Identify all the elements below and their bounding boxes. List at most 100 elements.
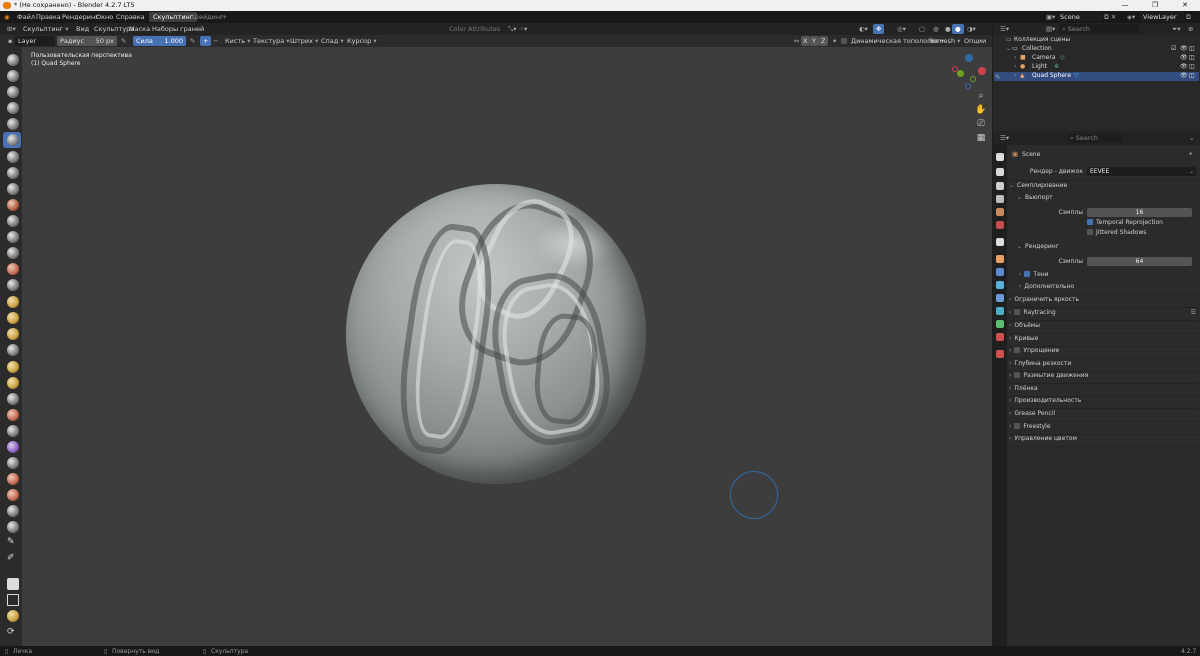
panel-grease-pencil[interactable]: › Grease Pencil — [1009, 410, 1198, 421]
draw-sharp-brush-icon[interactable] — [7, 70, 19, 82]
transform-pivot-icon[interactable]: ⤡▾ ⁘▾ — [505, 24, 530, 34]
scene-copy-icon[interactable]: ⧉ ✕ — [1104, 13, 1116, 22]
panel-freestyle[interactable]: › Freestyle — [1009, 423, 1198, 434]
tab-constraints-icon[interactable] — [996, 307, 1004, 315]
panel-depth-of-field[interactable]: › Глубина резкости — [1009, 360, 1198, 371]
tab-material-icon[interactable] — [996, 333, 1004, 341]
camera-visibility-icon[interactable]: 👁 — [1180, 54, 1188, 61]
quad-sphere-mesh[interactable] — [346, 184, 646, 484]
menu-stroke[interactable]: Штрих — [287, 36, 321, 46]
properties-options-icon[interactable]: ⌄ — [1186, 133, 1197, 143]
light-visibility-icon[interactable]: 👁 — [1180, 63, 1188, 70]
shading-wireframe-icon[interactable]: ◍ — [930, 24, 942, 34]
options-menu[interactable]: Опции — [961, 36, 992, 46]
minimize-button[interactable]: — — [1110, 0, 1140, 11]
blender-menu-icon[interactable]: ◉ — [4, 13, 10, 21]
outliner-display-mode-icon[interactable]: ▤▾ — [1043, 24, 1058, 34]
strength-field[interactable]: Сила 1.000 — [133, 36, 186, 46]
axis-z-toggle[interactable]: Z — [819, 36, 828, 46]
menu-render[interactable]: Рендеринг — [62, 13, 99, 21]
elastic-deform-brush-icon[interactable] — [7, 312, 19, 324]
maximize-button[interactable]: ❐ — [1140, 0, 1170, 11]
draw-face-sets-icon[interactable] — [7, 489, 19, 501]
box-mask-icon[interactable] — [7, 578, 19, 590]
menu-help[interactable]: Справка — [116, 13, 145, 21]
outliner-row-quad-sphere[interactable]: › ▲ Quad Sphere ▽ 👁 ◫ — [994, 72, 1199, 81]
panel-film[interactable]: › Плёнка — [1009, 385, 1198, 396]
pan-hand-icon[interactable]: ✋ — [975, 104, 987, 116]
grab-brush-icon[interactable] — [7, 296, 19, 308]
panel-color-management[interactable]: › Управление цветом — [1009, 435, 1198, 446]
clay-thumb-brush-icon[interactable] — [7, 118, 19, 130]
rotate-brush-icon[interactable] — [7, 393, 19, 405]
radius-field[interactable]: Радиус 50 px — [57, 36, 117, 46]
xray-icon[interactable]: ▢ — [916, 24, 928, 34]
tab-modifiers-icon[interactable] — [996, 268, 1004, 276]
tab-particles-icon[interactable] — [996, 281, 1004, 289]
tab-texture-icon[interactable] — [996, 350, 1004, 358]
tab-world-icon[interactable] — [996, 221, 1004, 229]
sphere-visibility-icon[interactable]: 👁 — [1180, 72, 1188, 79]
light-render-icon[interactable]: ◫ — [1189, 63, 1195, 70]
smear-brush-icon[interactable]: ✐ — [7, 553, 19, 565]
tab-view-layer-icon[interactable] — [996, 195, 1004, 203]
remesh-menu[interactable]: Remesh — [926, 36, 963, 46]
ortho-grid-icon[interactable]: ▦ — [975, 132, 987, 144]
scene-selector[interactable]: Scene — [1057, 12, 1102, 22]
crease-brush-icon[interactable] — [7, 183, 19, 195]
simplify-brush-icon[interactable] — [7, 457, 19, 469]
box-hide-icon[interactable] — [7, 594, 19, 606]
new-collection-icon[interactable]: ⊕ — [1185, 24, 1196, 34]
camera-render-icon[interactable]: ◫ — [1189, 54, 1195, 61]
pinch-brush-icon[interactable] — [7, 279, 19, 291]
tab-render-icon[interactable] — [996, 168, 1004, 176]
menu-brush[interactable]: Кисть — [222, 36, 253, 46]
thumb-brush-icon[interactable] — [7, 344, 19, 356]
tab-output-icon[interactable] — [996, 182, 1004, 190]
gizmo-toggle-icon[interactable]: ✥ — [873, 24, 885, 34]
properties-editor-type-icon[interactable]: ☰▾ — [997, 133, 1012, 143]
close-button[interactable]: ✕ — [1170, 0, 1200, 11]
shading-material-icon[interactable]: ● — [952, 24, 964, 34]
tab-scene-icon[interactable] — [996, 208, 1004, 216]
pen-pressure-icon[interactable]: ✎ — [118, 36, 129, 46]
layer-brush-icon[interactable] — [7, 134, 19, 146]
menu-view[interactable]: Вид — [73, 24, 92, 34]
panel-performance[interactable]: › Производительность — [1009, 397, 1198, 408]
snake-hook-brush-icon[interactable] — [7, 328, 19, 340]
view-layer-icon[interactable]: ◈▾ — [1127, 13, 1135, 21]
menu-file[interactable]: Файл — [17, 13, 35, 21]
mode-selector[interactable]: Скульптинг — [20, 24, 72, 34]
menu-window[interactable]: Окно — [96, 13, 113, 21]
paint-brush-icon[interactable]: ✎ — [7, 537, 19, 549]
outliner-filter-icon[interactable]: ⏷▾ — [1169, 24, 1183, 34]
overlays-icon[interactable]: ◎▾ — [894, 24, 909, 34]
render-samples-field[interactable]: 64 — [1087, 257, 1192, 266]
fill-brush-icon[interactable] — [7, 231, 19, 243]
menu-face-sets[interactable]: Наборы граней — [149, 24, 207, 34]
pose-brush-icon[interactable] — [7, 361, 19, 373]
tab-collection-icon[interactable] — [996, 238, 1004, 246]
collection-render-icon[interactable]: ◫ — [1189, 45, 1195, 52]
zoom-icon[interactable]: ⌕ — [975, 90, 987, 102]
clay-brush-icon[interactable] — [7, 86, 19, 98]
menu-cursor[interactable]: Курсор — [344, 36, 380, 46]
panel-clamp-brightness[interactable]: › Ограничить яркость — [1009, 296, 1198, 307]
subpanel-shadows[interactable]: › Тени — [1019, 271, 1198, 282]
scene-icon[interactable]: ▣▾ — [1046, 13, 1055, 21]
outliner-editor-type-icon[interactable]: ☰▾ — [997, 24, 1012, 34]
add-workspace-button[interactable]: + — [222, 13, 227, 21]
viewport-samples-field[interactable]: 16 — [1087, 208, 1192, 217]
pin-icon[interactable]: ✦ — [1188, 150, 1193, 158]
axis-y-toggle[interactable]: Y — [810, 36, 819, 46]
transform-icon[interactable]: ⟳ — [7, 627, 19, 639]
boundary-brush-icon[interactable] — [7, 425, 19, 437]
tab-object-icon[interactable] — [996, 255, 1004, 263]
menu-edit[interactable]: Правка — [36, 13, 61, 21]
draw-brush-icon[interactable] — [7, 54, 19, 66]
collection-visibility-icon[interactable]: 👁 — [1180, 45, 1188, 52]
axis-x-toggle[interactable]: X — [801, 36, 810, 46]
sphere-render-icon[interactable]: ◫ — [1189, 72, 1195, 79]
strength-pressure-icon[interactable]: ✎ — [187, 36, 198, 46]
color-attributes-button[interactable]: Color Attributes — [446, 24, 503, 34]
